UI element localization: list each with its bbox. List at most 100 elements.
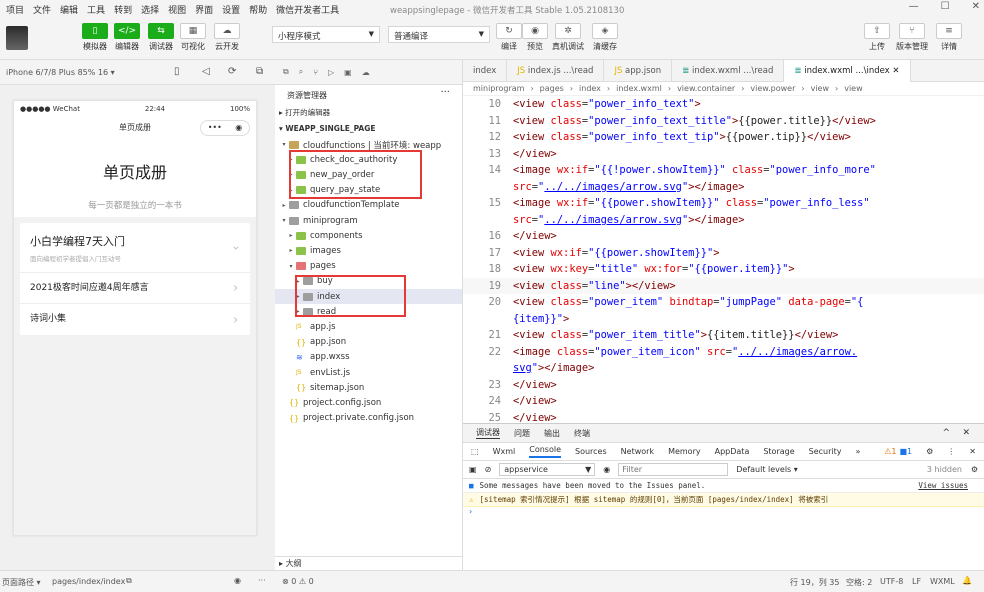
close-circle-icon[interactable]: ◉ bbox=[235, 117, 242, 139]
code-line[interactable]: 21 <view class="power_item_title">{{item… bbox=[463, 327, 984, 344]
eye-icon[interactable]: ◉ bbox=[603, 465, 610, 474]
info-count[interactable]: ■1 bbox=[899, 447, 912, 456]
menu-item[interactable]: 工具 bbox=[87, 3, 105, 16]
file-tree-item[interactable]: ▾ miniprogram bbox=[275, 213, 462, 228]
breadcrumb-item[interactable]: view bbox=[844, 84, 862, 93]
code-line[interactable]: 15 <image wx:if="{{power.showItem}}" cla… bbox=[463, 195, 984, 212]
code-line[interactable]: 10 <view class="power_info_text"> bbox=[463, 96, 984, 113]
editor-tab[interactable]: ≣ index.wxml ...\read bbox=[672, 60, 785, 82]
more-icon[interactable]: ••• bbox=[208, 117, 222, 139]
console-prompt[interactable]: › bbox=[463, 507, 984, 521]
file-tree-item[interactable]: ▾ pages bbox=[275, 259, 462, 274]
code-line[interactable]: svg"></image> bbox=[463, 360, 984, 377]
file-tree-item[interactable]: ▸ components bbox=[275, 228, 462, 243]
breadcrumb-item[interactable]: pages bbox=[540, 84, 564, 93]
devtools-tab[interactable]: » bbox=[856, 447, 861, 456]
editor-tab[interactable]: JS app.json bbox=[604, 60, 673, 82]
tab-problems[interactable]: 问题 bbox=[514, 428, 530, 439]
capsule-button[interactable]: ••• ◉ bbox=[200, 120, 250, 136]
preview-button[interactable]: ◉ 预览 bbox=[522, 23, 548, 52]
menu-item[interactable]: 视图 bbox=[168, 3, 186, 16]
breadcrumb-item[interactable]: view.power bbox=[750, 84, 795, 93]
mode-select[interactable]: 小程序模式 ▼ bbox=[272, 26, 380, 43]
device-select[interactable]: iPhone 6/7/8 Plus 85% 16 ▾ bbox=[6, 68, 115, 77]
code-line[interactable]: 23 </view> bbox=[463, 377, 984, 394]
close-icon[interactable]: ✕ bbox=[969, 447, 976, 456]
breadcrumb-item[interactable]: view bbox=[811, 84, 829, 93]
breadcrumb-item[interactable]: index bbox=[579, 84, 601, 93]
code-line[interactable]: src="../../images/arrow.svg"></image> bbox=[463, 212, 984, 229]
tab-terminal[interactable]: 终端 bbox=[574, 428, 590, 439]
close-icon[interactable]: ✕ bbox=[962, 428, 970, 438]
devtools-tab[interactable]: Memory bbox=[668, 447, 701, 456]
minimize-icon[interactable]: — bbox=[909, 1, 919, 12]
file-tree-item[interactable]: {} project.private.config.json bbox=[275, 411, 462, 426]
breadcrumb-item[interactable]: miniprogram bbox=[473, 84, 524, 93]
list-item[interactable]: 诗词小集 › bbox=[20, 304, 250, 335]
version-button[interactable]: ⑂ 版本管理 bbox=[896, 23, 928, 52]
simulator-button[interactable]: ▯ 模拟器 bbox=[82, 23, 108, 52]
code-line[interactable]: 13 </view> bbox=[463, 146, 984, 163]
upload-button[interactable]: ⇧ 上传 bbox=[864, 23, 890, 52]
warning-count[interactable]: ⚠1 bbox=[884, 447, 896, 456]
code-line[interactable]: src="../../images/arrow.svg"></image> bbox=[463, 179, 984, 196]
git-icon[interactable]: ⑂ bbox=[313, 68, 318, 77]
view-issues-link[interactable]: View issues bbox=[918, 481, 968, 490]
devtools-tab[interactable]: Network bbox=[621, 447, 654, 456]
debugger-button[interactable]: ⇆ 调试器 bbox=[148, 23, 174, 52]
editor-button[interactable]: </> 编辑器 bbox=[114, 23, 140, 52]
file-tree-item[interactable]: {} project.config.json bbox=[275, 395, 462, 410]
compile-button[interactable]: ↻ 编译 bbox=[496, 23, 522, 52]
breadcrumb-item[interactable]: view.container bbox=[677, 84, 735, 93]
devtools-tab[interactable]: Console bbox=[529, 445, 561, 458]
detach-icon[interactable]: ⧉ bbox=[256, 66, 263, 77]
code-line[interactable]: 18 <view wx:key="title" wx:for="{{power.… bbox=[463, 261, 984, 278]
filter-input[interactable] bbox=[618, 463, 729, 476]
code-line[interactable]: {item}}"> bbox=[463, 311, 984, 328]
levels-select[interactable]: Default levels ▾ bbox=[736, 465, 798, 474]
file-tree-item[interactable]: ▸ cloudfunctionTemplate bbox=[275, 198, 462, 213]
file-tree-item[interactable]: JS app.js bbox=[275, 319, 462, 334]
file-tree-item[interactable]: {} app.json bbox=[275, 335, 462, 350]
inspect-icon[interactable]: ⬚ bbox=[471, 447, 479, 456]
context-select[interactable]: appservice ▼ bbox=[499, 463, 596, 476]
menu-item[interactable]: 界面 bbox=[195, 3, 213, 16]
more-icon[interactable]: ··· bbox=[258, 576, 266, 585]
volume-icon[interactable]: ◁ bbox=[202, 66, 210, 77]
menu-item[interactable]: 编辑 bbox=[60, 3, 78, 16]
editor-tab[interactable]: JS index.js ...\read bbox=[507, 60, 605, 82]
outline-section[interactable]: ▸ 大纲 bbox=[275, 556, 462, 570]
compile-select[interactable]: 普通编译 ▼ bbox=[388, 26, 490, 43]
rotate-icon[interactable]: ⟳ bbox=[228, 66, 236, 77]
page-path-select[interactable]: 页面路径 ▾ bbox=[2, 577, 41, 588]
project-section[interactable]: ▾ WEAPP_SINGLE_PAGE bbox=[275, 122, 462, 136]
tab-output[interactable]: 输出 bbox=[544, 428, 560, 439]
cursor-position[interactable]: 行 19，列 35 bbox=[790, 577, 839, 588]
bell-icon[interactable]: 🔔 bbox=[962, 576, 972, 585]
menu-item[interactable]: 转到 bbox=[114, 3, 132, 16]
avatar[interactable] bbox=[6, 26, 28, 50]
code-line[interactable]: 22 <image class="power_item_icon" src=".… bbox=[463, 344, 984, 361]
files-icon[interactable]: ⧉ bbox=[283, 67, 289, 77]
remote-debug-button[interactable]: ✲ 真机调试 bbox=[552, 23, 584, 52]
details-button[interactable]: ≡ 详情 bbox=[936, 23, 962, 52]
close-icon[interactable]: ✕ bbox=[972, 1, 980, 12]
indent-setting[interactable]: 空格: 2 bbox=[846, 577, 872, 588]
extensions-icon[interactable]: ▣ bbox=[344, 68, 352, 77]
debug-icon[interactable]: ▷ bbox=[328, 68, 334, 77]
menu-item[interactable]: 帮助 bbox=[249, 3, 267, 16]
eye-icon[interactable]: ◉ bbox=[234, 576, 241, 585]
close-icon[interactable]: ✕ bbox=[890, 66, 899, 76]
code-line[interactable]: 24 </view> bbox=[463, 393, 984, 410]
maximize-icon[interactable]: ☐ bbox=[941, 1, 950, 12]
more-icon[interactable]: ··· bbox=[440, 87, 450, 98]
copy-icon[interactable]: ⧉ bbox=[126, 576, 132, 586]
menu-item[interactable]: 微信开发者工具 bbox=[276, 3, 339, 16]
tab-debugger[interactable]: 调试器 bbox=[476, 427, 500, 439]
menu-item[interactable]: 选择 bbox=[141, 3, 159, 16]
gear-icon[interactable]: ⚙ bbox=[926, 447, 933, 456]
code-line[interactable]: 14 <image wx:if="{{!power.showItem}}" cl… bbox=[463, 162, 984, 179]
cloud-button[interactable]: ☁ 云开发 bbox=[214, 23, 240, 52]
gear-icon[interactable]: ⚙ bbox=[971, 465, 978, 474]
menu-item[interactable]: 项目 bbox=[6, 3, 24, 16]
